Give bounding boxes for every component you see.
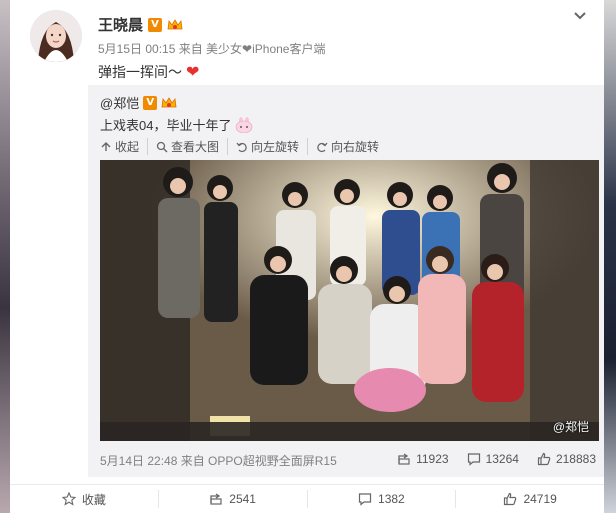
repost-author-link[interactable]: @郑恺 — [100, 93, 139, 112]
collapse-button[interactable]: 收起 — [100, 138, 149, 155]
like-count-text: 218883 — [555, 452, 596, 466]
forward-icon — [210, 493, 222, 505]
collapse-label: 收起 — [115, 140, 140, 154]
comment-count-text: 13264 — [485, 452, 519, 466]
comment-icon — [467, 453, 480, 466]
repost-author-row: @郑恺 V — [100, 93, 177, 112]
repost-block: @郑恺 V 上戏表04，毕业十年了 收起 查看大图 向左旋转 向右旋转 @郑恺 … — [88, 85, 604, 477]
author-avatar[interactable] — [30, 10, 82, 62]
rotate-right-label: 向右旋转 — [331, 140, 380, 154]
verified-v-icon: V — [148, 17, 163, 32]
crown-vip-icon — [167, 18, 183, 29]
repost-text: 上戏表04，毕业十年了 — [100, 118, 232, 133]
forward-icon — [398, 453, 410, 465]
forward-button[interactable]: 2541 — [159, 490, 308, 508]
repost-text-row: 上戏表04，毕业十年了 — [100, 115, 253, 134]
comment-count: 1382 — [378, 492, 405, 506]
star-icon — [61, 492, 76, 506]
forward-count: 2541 — [229, 492, 256, 506]
view-large-label: 查看大图 — [171, 140, 220, 154]
author-name-row: 王晓晨 V — [98, 14, 183, 35]
comment-button[interactable]: 1382 — [308, 490, 457, 508]
zoom-icon — [156, 141, 168, 152]
repost-like-count[interactable]: 218883 — [537, 452, 596, 466]
repost-photo[interactable]: @郑恺 — [100, 160, 599, 441]
favorite-label: 收藏 — [81, 492, 106, 507]
post-text: 弹指一挥间～ — [98, 64, 182, 80]
background-right-strip — [602, 0, 616, 513]
repost-stats: 11923 13264 218883 — [397, 452, 596, 466]
weibo-post-card: 王晓晨 V 5月15日 00:15 来自 美少女❤iPhone客户端 弹指一挥间… — [10, 0, 604, 513]
heart-emoji-icon: ❤ — [186, 64, 200, 81]
like-count: 24719 — [523, 492, 557, 506]
favorite-button[interactable]: 收藏 — [10, 490, 159, 508]
like-button[interactable]: 24719 — [456, 490, 604, 508]
post-action-bar: 收藏 2541 1382 24719 — [10, 484, 604, 513]
group-photo-image — [100, 160, 599, 441]
verified-v-icon: V — [143, 95, 158, 110]
collapse-icon — [101, 141, 111, 151]
rotate-left-button[interactable]: 向左旋转 — [236, 138, 309, 155]
repost-comment-count[interactable]: 13264 — [467, 452, 519, 466]
rotate-right-button[interactable]: 向右旋转 — [316, 138, 387, 155]
view-large-button[interactable]: 查看大图 — [156, 138, 229, 155]
forward-count-text: 11923 — [416, 452, 449, 466]
thumbs-up-icon — [537, 452, 551, 466]
comment-icon — [358, 493, 372, 506]
chevron-down-icon[interactable] — [572, 8, 588, 24]
author-name[interactable]: 王晓晨 — [98, 14, 143, 35]
post-content: 弹指一挥间～ ❤ — [98, 62, 199, 82]
repost-source: 5月14日 22:48 来自 OPPO超视野全面屏R15 — [100, 454, 337, 468]
image-toolbar: 收起 查看大图 向左旋转 向右旋转 — [100, 138, 395, 155]
rotate-right-icon — [317, 142, 328, 152]
post-meta: 5月15日 00:15 来自 美少女❤iPhone客户端 — [98, 42, 326, 56]
rotate-left-icon — [236, 142, 247, 152]
thumbs-up-icon — [504, 492, 517, 506]
crown-vip-icon — [161, 96, 177, 107]
rotate-left-label: 向左旋转 — [251, 140, 300, 154]
photo-watermark: @郑恺 — [552, 420, 589, 434]
repost-forward-count[interactable]: 11923 — [397, 452, 449, 466]
bunny-emoji-icon — [236, 116, 253, 133]
